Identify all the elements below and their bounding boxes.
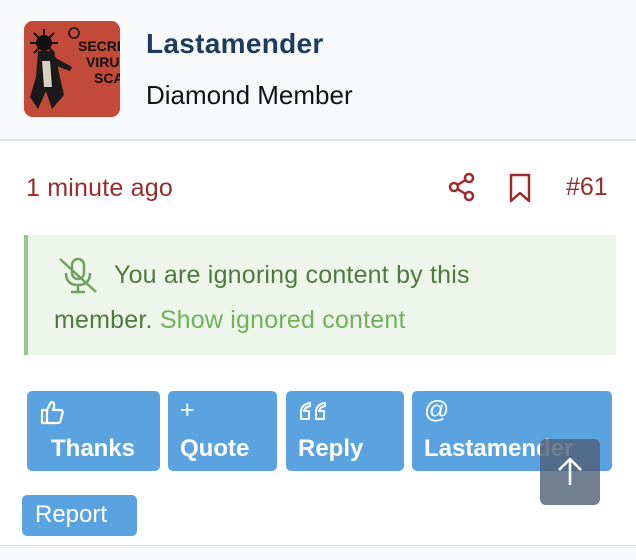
ignored-content-notice: You are ignoring content by this member.… [24, 235, 616, 355]
bottom-nav-bar [0, 545, 636, 560]
post-number-link[interactable]: #61 [566, 173, 608, 202]
thanks-label: Thanks [51, 435, 136, 462]
arrow-up-icon [558, 457, 582, 485]
at-icon: @ [424, 396, 450, 424]
ignored-notice-text-2: member. Show ignored content [54, 306, 406, 335]
thanks-button[interactable]: Thanks [27, 391, 160, 471]
avatar-text-3: SCA [94, 70, 120, 86]
plus-icon: + [180, 396, 195, 424]
report-label: Report [35, 501, 108, 528]
share-icon[interactable] [447, 172, 477, 202]
microphone-slash-icon [56, 255, 100, 295]
avatar[interactable]: SECRE VIRU SCA [24, 21, 120, 117]
ignored-notice-member: member. [54, 306, 153, 334]
bookmark-icon[interactable] [506, 173, 534, 203]
thumbs-up-icon [39, 399, 65, 425]
user-header: SECRE VIRU SCA Lastamender Diamond Membe… [0, 0, 636, 141]
avatar-text-1: SECRE [78, 38, 120, 54]
post-timestamp[interactable]: 1 minute ago [26, 174, 173, 203]
quote-label: Quote [180, 435, 250, 462]
user-title: Diamond Member [146, 80, 353, 110]
username-link[interactable]: Lastamender [146, 28, 324, 60]
post-meta-row: 1 minute ago #61 [0, 160, 636, 220]
quote-mark-icon [298, 399, 328, 425]
report-button[interactable]: Report [22, 495, 137, 536]
ignored-notice-text: You are ignoring content by this [114, 261, 470, 289]
avatar-text-2: VIRU [86, 54, 119, 70]
quote-button[interactable]: + Quote [168, 391, 277, 471]
scroll-to-top-button[interactable] [540, 439, 600, 505]
reply-label: Reply [298, 435, 364, 462]
reply-button[interactable]: Reply [286, 391, 404, 471]
show-ignored-content-link[interactable]: Show ignored content [160, 306, 406, 334]
avatar-image: SECRE VIRU SCA [24, 21, 120, 117]
